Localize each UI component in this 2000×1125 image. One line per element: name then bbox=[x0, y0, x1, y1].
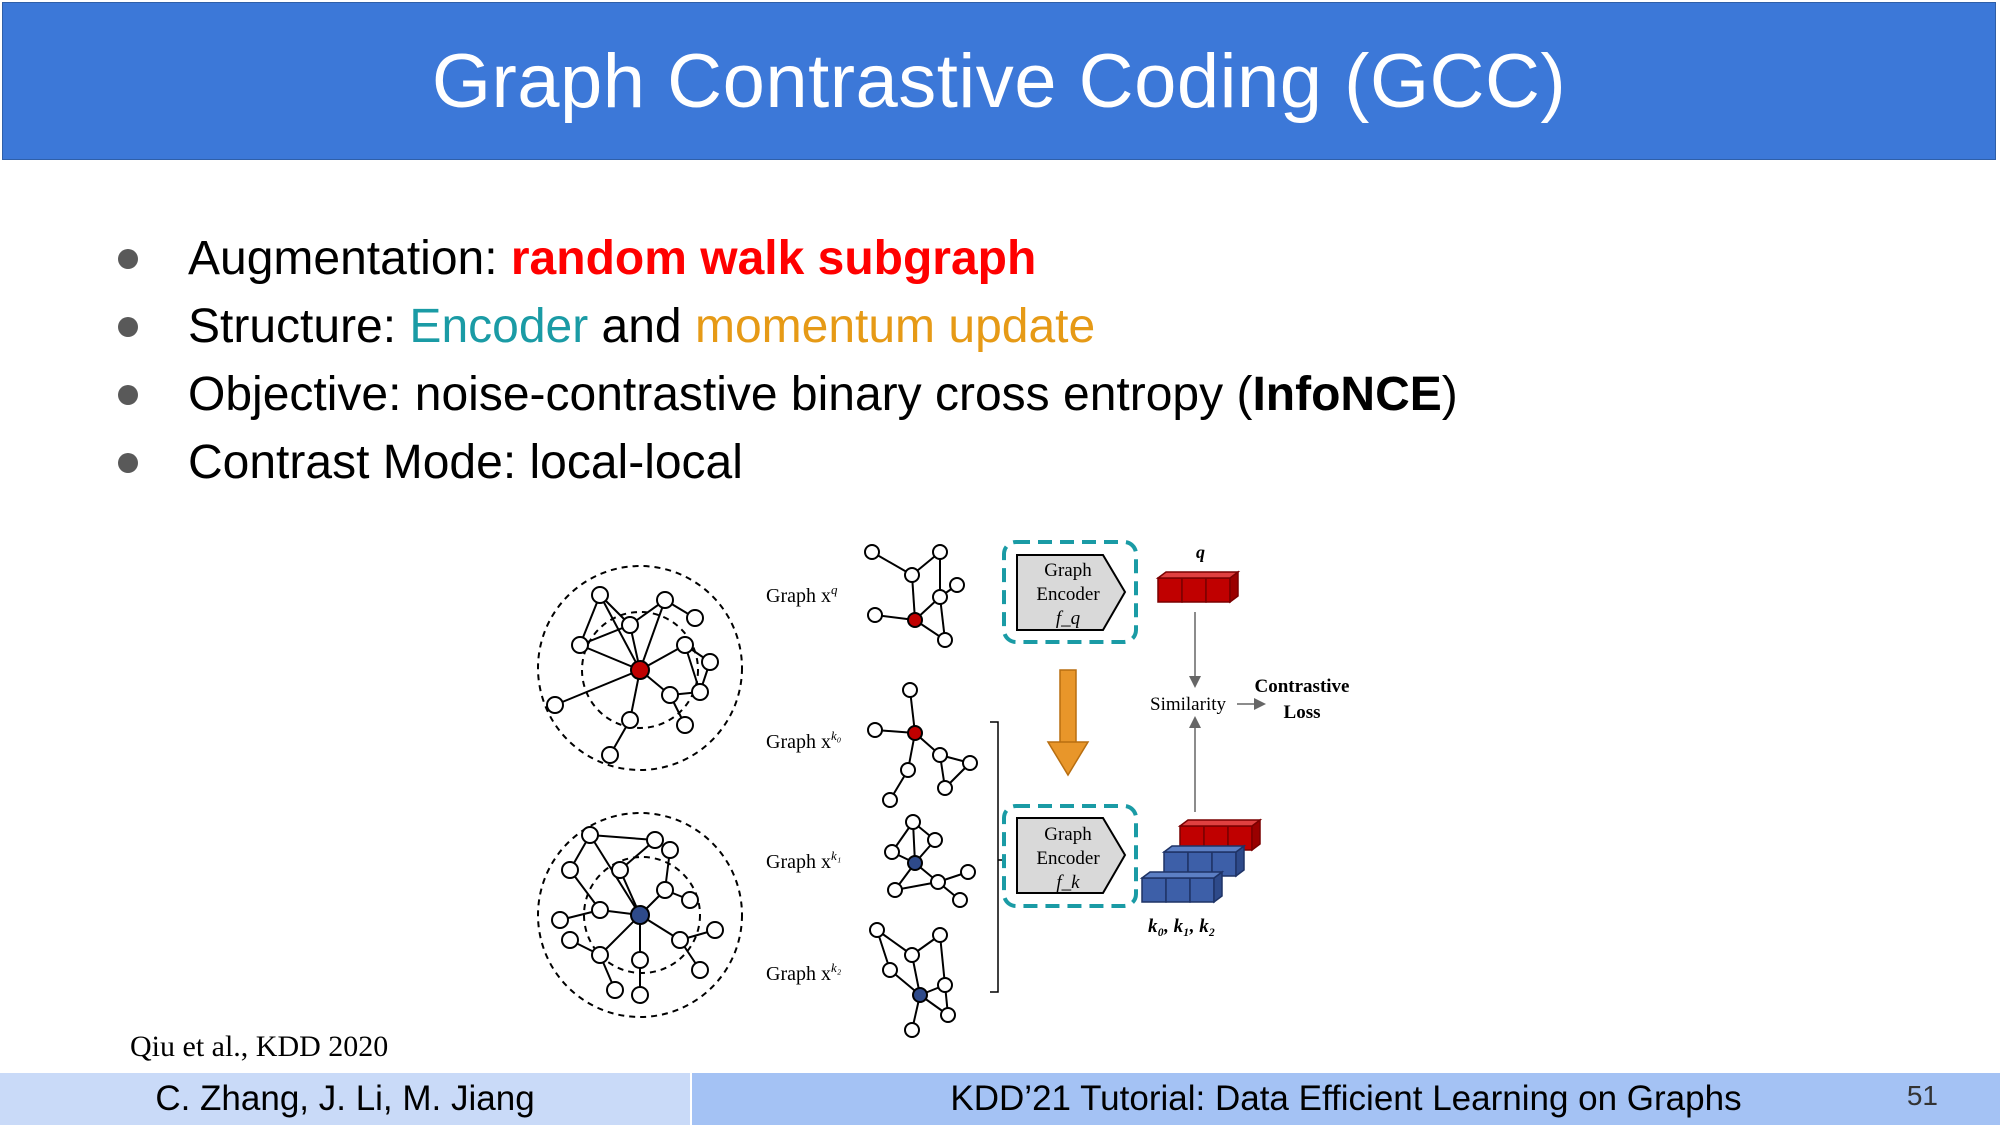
loss-label: Loss bbox=[1284, 702, 1321, 723]
bullet-structure: Structure: Encoder and momentum update bbox=[110, 293, 1458, 361]
graph-label-k1: Graph xk₁ bbox=[766, 848, 841, 873]
k-label: k₀, k₁, k₂ bbox=[1148, 916, 1215, 937]
encoder-k-text-3: f_k bbox=[1056, 872, 1080, 893]
bullet-label: Contrast Mode: local-local bbox=[188, 436, 743, 489]
bullet-dot-icon bbox=[118, 317, 138, 337]
bullet-dot-icon bbox=[118, 249, 138, 269]
subgraph-k1 bbox=[891, 821, 969, 901]
encoder-q-text-1: Graph bbox=[1044, 560, 1092, 581]
footer-tutorial-text: KDD’21 Tutorial: Data Efficient Learning… bbox=[950, 1079, 1742, 1118]
footer-tutorial: KDD’21 Tutorial: Data Efficient Learning… bbox=[692, 1073, 2000, 1125]
graph-labels: Graph xq Graph xk₀ Graph xk₁ Graph xk₂ bbox=[766, 582, 842, 985]
encoder-k-text-2: Encoder bbox=[1036, 848, 1100, 869]
slide-title: Graph Contrastive Coding (GCC) bbox=[431, 38, 1567, 124]
bullet-end: ) bbox=[1441, 368, 1458, 421]
ego-node-red bbox=[630, 660, 650, 680]
footer-authors-text: C. Zhang, J. Li, M. Jiang bbox=[155, 1079, 535, 1118]
gcc-figure: Graph xq Graph xk₀ Graph xk₁ Graph xk₂ G… bbox=[537, 540, 1350, 1038]
bullet-mid: and bbox=[588, 300, 695, 353]
bullet-label: Objective: noise-contrastive binary cros… bbox=[188, 368, 1253, 421]
bullet-label: Structure: bbox=[188, 300, 410, 353]
page-number: 51 bbox=[1906, 1080, 1938, 1111]
bullet-infonce: InfoNCE bbox=[1252, 368, 1442, 421]
bullet-dot-icon bbox=[118, 453, 138, 473]
bullet-dot-icon bbox=[118, 385, 138, 405]
title-bar: Graph Contrastive Coding (GCC) bbox=[2, 2, 1996, 160]
q-embedding bbox=[1155, 570, 1241, 604]
bullet-augmentation: Augmentation: random walk subgraph bbox=[110, 225, 1458, 293]
graph-label-k2: Graph xk₂ bbox=[766, 960, 842, 985]
contrastive-label: Contrastive bbox=[1255, 676, 1350, 697]
bullet-momentum: momentum update bbox=[694, 300, 1096, 353]
bullet-objective: Objective: noise-contrastive binary cros… bbox=[110, 361, 1458, 429]
keys-bracket bbox=[990, 721, 999, 993]
encoder-q-text-2: Encoder bbox=[1036, 584, 1100, 605]
bullet-label: Augmentation: bbox=[188, 232, 511, 285]
graph-label-q: Graph xq bbox=[766, 582, 838, 607]
bullet-list: Augmentation: random walk subgraph Struc… bbox=[110, 225, 1458, 497]
citation: Qiu et al., KDD 2020 bbox=[130, 1030, 389, 1063]
similarity-label: Similarity bbox=[1150, 694, 1227, 715]
momentum-arrow bbox=[1046, 669, 1090, 777]
bullet-highlight: random walk subgraph bbox=[510, 232, 1037, 285]
q-label: q bbox=[1196, 542, 1205, 562]
subgraph-k2 bbox=[876, 929, 949, 1031]
encoder-k-text-1: Graph bbox=[1044, 824, 1092, 845]
graph-label-k0: Graph xk₀ bbox=[766, 728, 841, 753]
bullet-encoder: Encoder bbox=[409, 300, 589, 353]
k-embeddings bbox=[1139, 818, 1263, 904]
bullet-contrast-mode: Contrast Mode: local-local bbox=[110, 429, 1458, 497]
encoder-q-text-3: f_q bbox=[1056, 608, 1081, 629]
subgraph-k0 bbox=[874, 689, 971, 801]
ego-node-blue bbox=[630, 905, 650, 925]
footer-authors: C. Zhang, J. Li, M. Jiang bbox=[0, 1073, 690, 1125]
